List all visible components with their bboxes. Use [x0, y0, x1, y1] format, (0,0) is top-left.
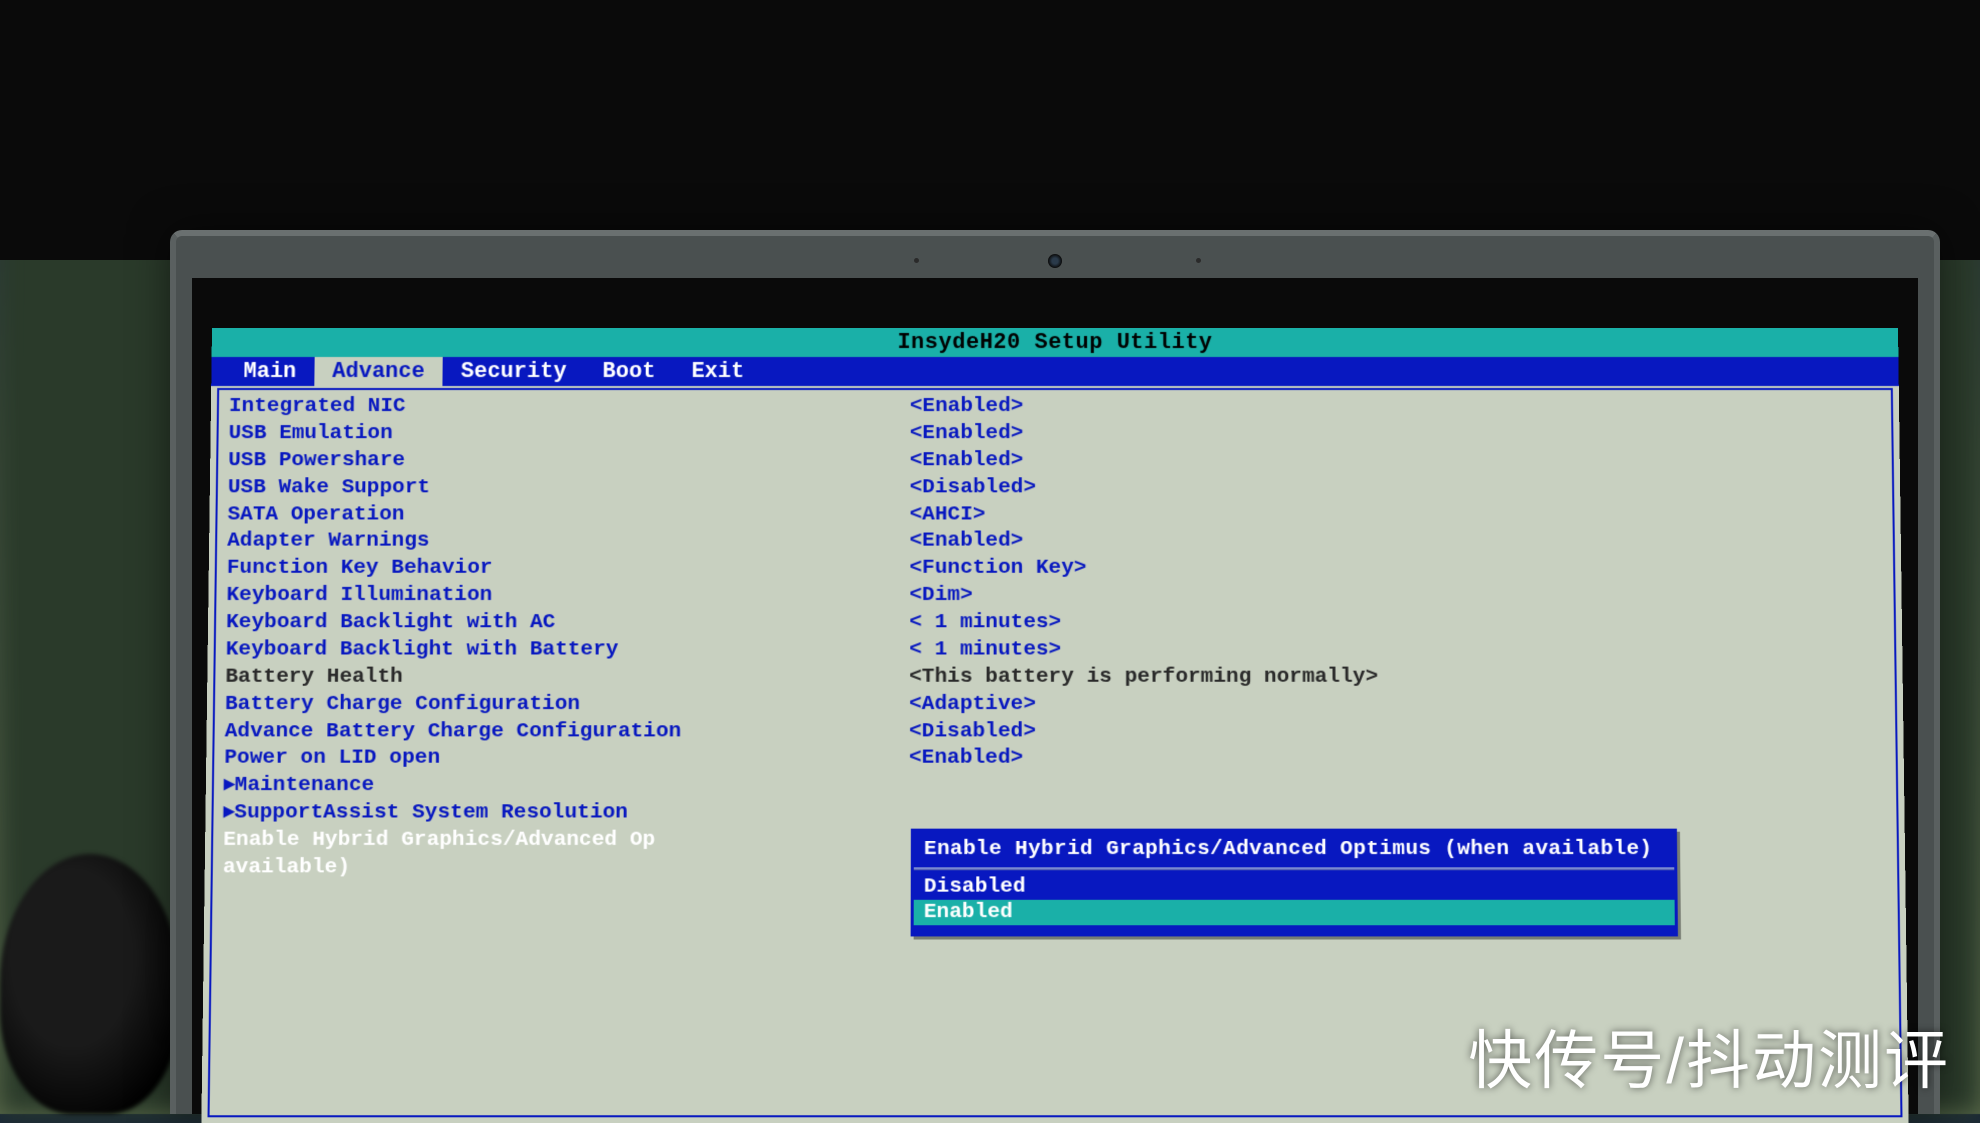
popup-option[interactable]: Enabled [914, 900, 1675, 925]
setting-row[interactable]: Keyboard Illumination<Dim> [226, 583, 1883, 610]
setting-label: USB Wake Support [228, 475, 910, 502]
setting-value [909, 773, 1886, 800]
menu-tab-exit[interactable]: Exit [673, 357, 762, 386]
setting-value: <Adaptive> [909, 691, 1885, 718]
setting-label: Keyboard Backlight with Battery [226, 637, 910, 664]
photo-dark-area [0, 0, 1980, 260]
setting-value: <Enabled> [909, 529, 1883, 556]
setting-value: <AHCI> [910, 502, 1883, 529]
setting-value: <Enabled> [910, 448, 1882, 475]
setting-row[interactable]: Adapter Warnings<Enabled> [227, 529, 1883, 556]
setting-row[interactable]: Keyboard Backlight with Battery< 1 minut… [226, 637, 1885, 664]
mouse-silhouette [0, 854, 180, 1114]
mic-dot-icon [1196, 258, 1201, 263]
setting-row[interactable]: Battery Charge Configuration<Adaptive> [225, 691, 1885, 718]
setting-value: <Dim> [909, 583, 1883, 610]
setting-label: Keyboard Illumination [226, 583, 909, 610]
setting-value: <Enabled> [910, 421, 1882, 448]
setting-row[interactable]: ▸Maintenance [224, 773, 1886, 800]
setting-row[interactable]: Integrated NIC<Enabled> [229, 394, 1881, 421]
popup-options: DisabledEnabled [914, 869, 1675, 933]
setting-value: <Function Key> [909, 556, 1883, 583]
setting-label: available) [223, 855, 909, 882]
setting-label: Integrated NIC [229, 394, 910, 421]
setting-value: <Enabled> [910, 394, 1881, 421]
setting-value: <This battery is performing normally> [909, 664, 1885, 691]
setting-row[interactable]: Function Key Behavior<Function Key> [227, 556, 1884, 583]
setting-label: USB Emulation [228, 421, 909, 448]
mic-dot-icon [914, 258, 919, 263]
option-popup: Enable Hybrid Graphics/Advanced Optimus … [911, 829, 1678, 937]
setting-label: Battery Health [225, 664, 909, 691]
setting-label: Function Key Behavior [227, 556, 910, 583]
setting-value: <Disabled> [909, 719, 1885, 746]
popup-option[interactable]: Disabled [914, 874, 1675, 899]
popup-title: Enable Hybrid Graphics/Advanced Optimus … [914, 832, 1674, 870]
setting-row[interactable]: USB Powershare<Enabled> [228, 448, 1882, 475]
setting-value: <Disabled> [910, 475, 1883, 502]
setting-value: < 1 minutes> [909, 637, 1884, 664]
setting-label: ▸SupportAssist System Resolution [223, 800, 908, 827]
setting-label: Advance Battery Charge Configuration [225, 719, 910, 746]
setting-value [909, 800, 1887, 827]
setting-value: <Enabled> [909, 746, 1886, 773]
watermark-text: 快传号/抖动测评 [1468, 1010, 1950, 1102]
setting-row[interactable]: Battery Health<This battery is performin… [225, 664, 1885, 691]
setting-label: ▸Maintenance [224, 773, 909, 800]
setting-row[interactable]: Power on LID open<Enabled> [224, 746, 1886, 773]
setting-row[interactable]: ▸SupportAssist System Resolution [223, 800, 1886, 827]
webcam-icon [1048, 254, 1062, 268]
menu-tab-boot[interactable]: Boot [584, 357, 673, 386]
screen-black-border: InsydeH20 Setup Utility MainAdvanceSecur… [192, 278, 1918, 1114]
bios-menu-bar: MainAdvanceSecurityBootExit [211, 357, 1899, 386]
bios-screen: InsydeH20 Setup Utility MainAdvanceSecur… [201, 328, 1908, 1123]
setting-label: Battery Charge Configuration [225, 691, 909, 718]
setting-value: < 1 minutes> [909, 610, 1884, 637]
laptop-bezel: InsydeH20 Setup Utility MainAdvanceSecur… [170, 230, 1940, 1114]
bios-title: InsydeH20 Setup Utility [212, 328, 1899, 357]
setting-row[interactable]: Keyboard Backlight with AC< 1 minutes> [226, 610, 1884, 637]
setting-label: USB Powershare [228, 448, 910, 475]
setting-label: Enable Hybrid Graphics/Advanced Op [223, 828, 909, 855]
setting-label: Adapter Warnings [227, 529, 910, 556]
setting-label: Keyboard Backlight with AC [226, 610, 909, 637]
setting-row[interactable]: Advance Battery Charge Configuration<Dis… [225, 719, 1886, 746]
menu-tab-security[interactable]: Security [443, 357, 585, 386]
menu-tab-advance[interactable]: Advance [314, 357, 443, 386]
setting-row[interactable]: USB Emulation<Enabled> [228, 421, 1881, 448]
setting-row[interactable]: USB Wake Support<Disabled> [228, 475, 1883, 502]
menu-tab-main[interactable]: Main [225, 357, 314, 386]
setting-row[interactable]: SATA Operation<AHCI> [227, 502, 1882, 529]
setting-label: SATA Operation [227, 502, 909, 529]
bios-content-panel: Integrated NIC<Enabled>USB Emulation<Ena… [208, 388, 1903, 1117]
setting-label: Power on LID open [224, 746, 909, 773]
